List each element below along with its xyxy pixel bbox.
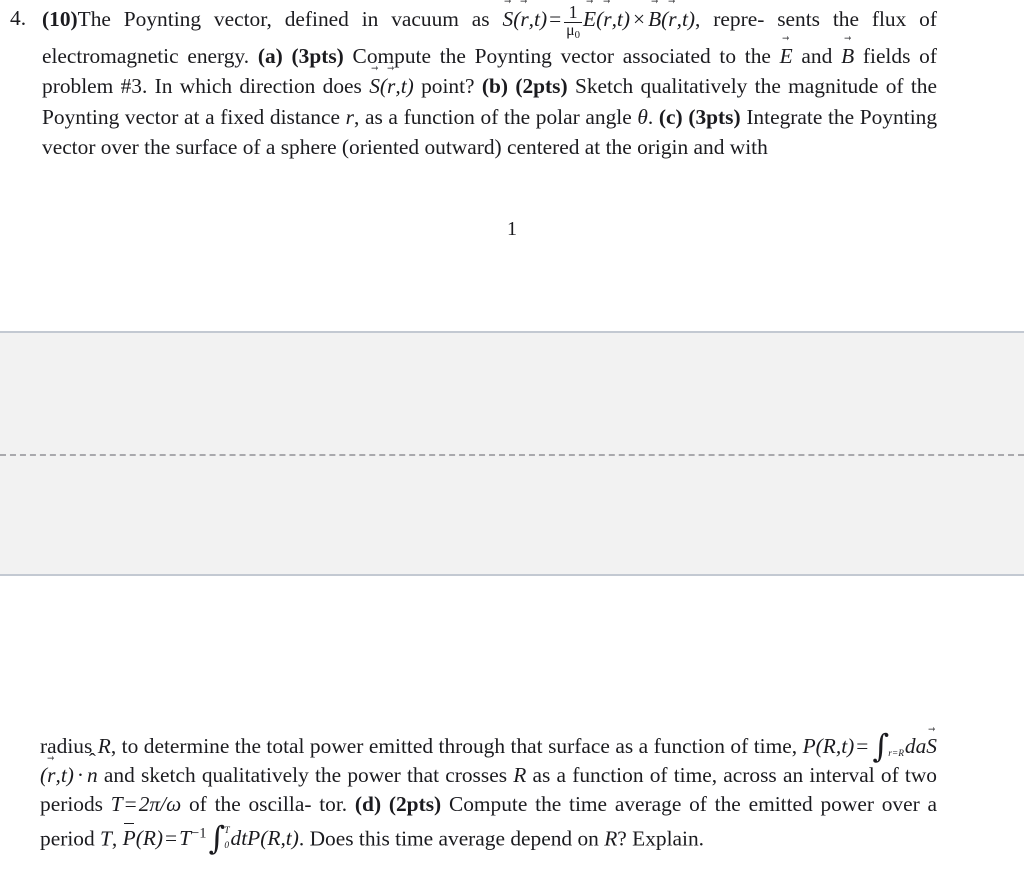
continuation-text-3: and sketch qualitatively the power that … xyxy=(97,763,514,788)
two-pi: 2π xyxy=(138,792,161,817)
part-d-comma: , xyxy=(111,826,118,851)
part-a-and: and xyxy=(792,44,842,69)
part-a-text-1: Compute the Poynting vector associated t… xyxy=(352,44,780,69)
exponent-minus-one: −1 xyxy=(191,825,207,842)
continuation-paragraph: radius R, to determine the total power e… xyxy=(0,726,1024,858)
part-d-points: (2pts) xyxy=(388,792,442,817)
equals-sign-period: = xyxy=(124,792,137,817)
part-b-text-3: . xyxy=(647,104,659,129)
part-a-points: (3pts) xyxy=(291,44,344,69)
part-c-label: (c) xyxy=(658,104,683,129)
problem-points: (10) xyxy=(42,7,78,32)
one-over-mu0-fraction: 1 μ0 xyxy=(564,2,583,41)
fraction-numerator: 1 xyxy=(568,2,578,22)
two-pi-over-omega: 2π/ω xyxy=(138,792,182,817)
var-R-2: R xyxy=(513,763,527,788)
cross-product-symbol: × xyxy=(633,7,646,32)
var-T-period: T xyxy=(110,792,123,817)
vector-B: B xyxy=(648,4,661,34)
integral-lower-limit: r=R xyxy=(888,748,904,759)
poynting-definition-formula: S(r,t)=1μ0E(r,t)×B(r,t) xyxy=(503,3,696,41)
vector-B-field: B xyxy=(841,41,854,71)
page-separator-band xyxy=(0,331,1024,576)
vector-S: S xyxy=(503,4,514,34)
var-r-distance: r xyxy=(345,104,354,129)
dot-product-symbol: · xyxy=(76,763,85,788)
var-P: P xyxy=(802,734,816,758)
continuation-text-6: tor. xyxy=(319,792,355,817)
var-T-inverse: T xyxy=(179,826,192,851)
vector-E: E xyxy=(583,4,596,34)
part-b-label: (b) xyxy=(481,74,509,99)
page-break-dashed-divider xyxy=(0,454,1024,456)
integral-sign-2: ∫ xyxy=(208,819,226,858)
vector-r: r xyxy=(520,4,528,34)
time-average-line: P(R)=T−1∫ T 0 dtP(R,t). Does this time aver… xyxy=(122,819,705,858)
integral-sign: ∫ xyxy=(872,726,890,765)
omega: ω xyxy=(166,792,182,817)
page-number: 1 xyxy=(507,218,517,240)
problem-number: 4. xyxy=(10,6,27,30)
var-theta: θ xyxy=(637,104,648,129)
problem-line1-tail: , repre- xyxy=(695,7,765,32)
part-c-points: (3pts) xyxy=(688,104,741,129)
equals-sign: = xyxy=(549,7,562,32)
vector-S-inline: S(r,t) xyxy=(369,74,414,98)
var-t: t xyxy=(534,7,540,32)
vector-E-field: E xyxy=(780,41,793,71)
var-T-period-2: T xyxy=(100,826,112,851)
part-a-text-3: point? xyxy=(413,74,482,99)
var-R-radius: R xyxy=(97,734,111,758)
continuation-text-5: of the oscilla- xyxy=(181,792,312,817)
problem-intro-text: The Poynting vector, defined in vacuum a… xyxy=(77,7,503,32)
vector-S-integrand: S xyxy=(926,732,937,761)
continuation-text-8: ? Explain. xyxy=(617,826,705,851)
time-average-formula: P(R)=T−1∫ T 0 dtP(R,t) xyxy=(122,819,299,858)
dt-differential: dt xyxy=(230,826,248,851)
continuation-text-7: . Does this time average depend on xyxy=(298,826,605,851)
problem-4-paragraph: 4. (10)The Poynting vector, defined in va… xyxy=(0,3,1024,162)
continuation-text-2: , to determine the total power emitted t… xyxy=(110,734,803,758)
var-R-3: R xyxy=(604,826,618,851)
vector-r-3: r xyxy=(668,4,676,34)
problem-block-top: 4. (10)The Poynting vector, defined in va… xyxy=(0,3,1024,162)
unit-normal-n-hat: n xyxy=(87,761,98,790)
P-bar: P xyxy=(123,822,136,853)
var-P-2: P xyxy=(247,826,261,851)
part-d-label: (d) xyxy=(354,792,382,817)
part-a-label: (a) xyxy=(257,44,283,69)
vector-r-2: r xyxy=(603,4,611,34)
part-b-points: (2pts) xyxy=(515,74,568,99)
da-differential: da xyxy=(904,734,927,758)
fraction-denominator: μ0 xyxy=(564,21,583,41)
part-b-text-2: , as a function of the polar angle xyxy=(353,104,638,129)
